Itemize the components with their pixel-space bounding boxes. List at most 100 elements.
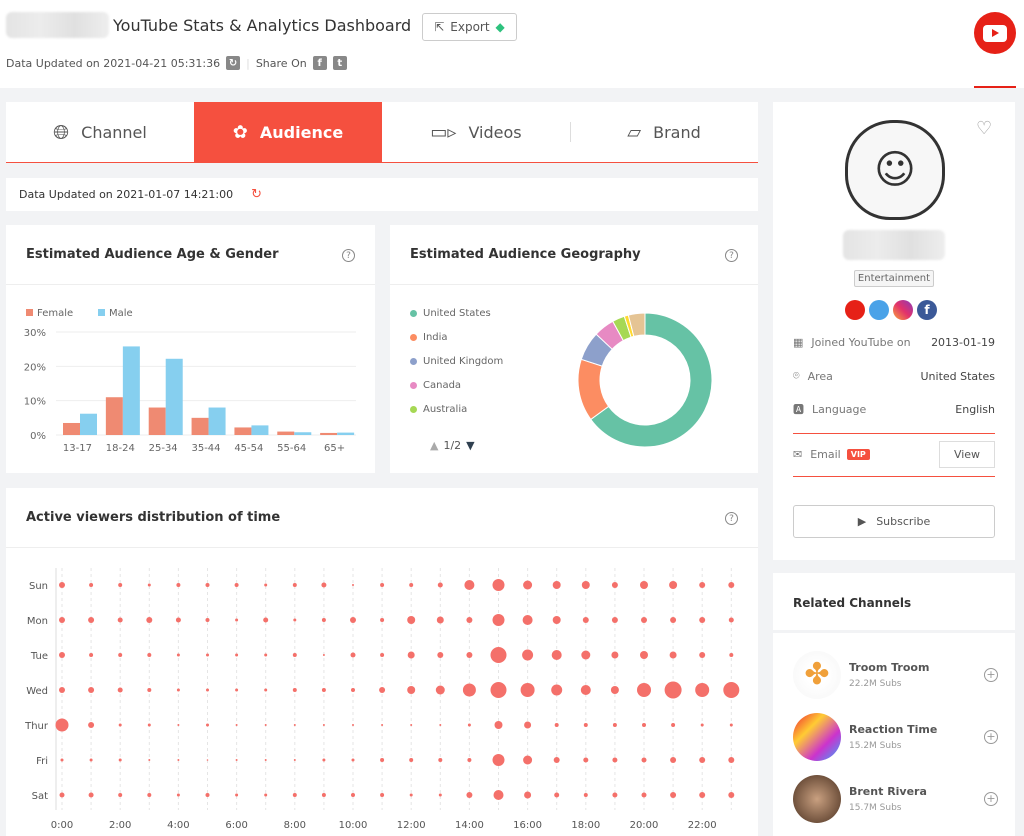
help-icon[interactable]: ?: [725, 249, 738, 262]
viewer-dot: [492, 614, 505, 626]
viewer-dot: [264, 793, 268, 797]
export-button[interactable]: ⇱ Export ◆: [422, 13, 517, 41]
viewer-dot: [466, 617, 473, 623]
viewer-dot: [466, 652, 473, 658]
viewer-dot: [581, 650, 591, 660]
viewer-dot: [581, 581, 590, 589]
bar-male: [165, 358, 183, 435]
viewer-dot: [351, 758, 355, 762]
viewer-dot: [699, 757, 706, 763]
viewer-dot: [409, 583, 414, 587]
favorite-heart-icon[interactable]: ♡: [976, 118, 992, 139]
refresh-icon[interactable]: ↻: [226, 56, 241, 70]
add-icon[interactable]: +: [984, 792, 998, 806]
viewer-dot: [438, 758, 443, 762]
viewer-dot: [669, 651, 677, 659]
subscribe-button[interactable]: ▶ Subscribe: [793, 505, 995, 538]
viewer-dot: [466, 792, 473, 798]
legend-label: India: [423, 332, 448, 343]
tab-audience[interactable]: ✿ Audience: [194, 102, 382, 162]
viewer-dot: [611, 582, 618, 588]
page-down-icon[interactable]: ▼: [466, 439, 474, 452]
add-icon[interactable]: +: [984, 668, 998, 682]
bar-female: [105, 397, 123, 435]
viewer-dot: [437, 582, 443, 588]
viewer-dot: [321, 582, 327, 588]
viewer-dot: [263, 617, 269, 623]
viewer-dot: [671, 723, 676, 727]
viewer-dot: [642, 723, 646, 727]
viewer-dot: [118, 583, 123, 587]
tab-brand[interactable]: ▱ Brand: [570, 102, 758, 162]
viewer-dot: [117, 687, 123, 693]
related-channel-item[interactable]: Reaction Time 15.2M Subs +: [793, 713, 998, 761]
tab-channel[interactable]: 🌐︎ Channel: [6, 102, 194, 162]
page-up-icon[interactable]: ▲: [430, 439, 438, 452]
legend-item[interactable]: India: [410, 332, 448, 343]
viewer-dot: [407, 651, 415, 659]
viewer-dot: [55, 718, 69, 732]
data-updated: Data Updated on 2021-04-21 05:31:36 ↻ | Sha…: [6, 56, 347, 70]
viewer-dot: [206, 653, 209, 657]
legend-item[interactable]: Australia: [410, 404, 467, 415]
card-title: Estimated Audience Geography: [410, 247, 641, 262]
tab-videos[interactable]: ▭▹ Videos: [382, 102, 570, 162]
x-tick-label: 14:00: [455, 820, 484, 831]
viewer-dot: [350, 617, 356, 623]
active-viewers-chart: 0:00 2:00 4:00 6:00 8:00 10:00 12:00 14:00 16:00…: [24, 568, 740, 831]
viewer-dot: [88, 687, 95, 693]
viewer-dot: [292, 688, 297, 692]
blurred-channel-name: [6, 12, 109, 38]
viewer-dot: [264, 759, 267, 761]
viewer-dot: [583, 757, 589, 763]
social-links: f: [845, 300, 937, 320]
legend-item[interactable]: United States: [410, 308, 491, 319]
viewer-dot: [293, 724, 296, 726]
add-icon[interactable]: +: [984, 730, 998, 744]
legend-label: Female: [37, 308, 73, 319]
viewer-dot: [293, 618, 297, 622]
y-tick-label: Sun: [29, 581, 48, 592]
viewer-dot: [728, 757, 735, 763]
legend-item[interactable]: Canada: [410, 380, 461, 391]
legend-item[interactable]: United Kingdom: [410, 356, 503, 367]
viewer-dot: [322, 758, 326, 762]
bar-female: [277, 431, 295, 435]
x-tick-label: 35-44: [191, 443, 220, 454]
viewer-dot: [88, 617, 95, 623]
viewer-dot: [234, 583, 239, 587]
legend-label: United States: [423, 308, 491, 319]
viewer-dot: [235, 724, 238, 726]
related-channel-item[interactable]: Brent Rivera 15.7M Subs +: [793, 775, 998, 823]
viewer-dot: [551, 650, 562, 660]
viewer-dot: [293, 759, 296, 761]
viewer-dot: [494, 721, 503, 729]
facebook-icon[interactable]: f: [917, 300, 937, 320]
viewer-dot: [59, 687, 65, 693]
twitter-share-icon[interactable]: t: [332, 56, 347, 70]
legend-pager: ▲ 1/2 ▼: [430, 439, 475, 452]
youtube-logo-icon: [974, 12, 1016, 54]
related-channels-card: Related Channels ✤ Troom Troom 22.2M Subs +…: [773, 573, 1015, 836]
viewer-dot: [729, 653, 734, 657]
channel-avatar: ✤: [793, 651, 841, 699]
related-channel-item[interactable]: ✤ Troom Troom 22.2M Subs +: [793, 651, 998, 699]
viewer-dot: [322, 654, 325, 656]
viewer-dot: [264, 688, 268, 692]
x-tick-label: 2:00: [109, 820, 131, 831]
facebook-share-icon[interactable]: f: [312, 56, 327, 70]
twitter-icon[interactable]: [869, 300, 889, 320]
youtube-icon[interactable]: [845, 300, 865, 320]
x-tick-label: 16:00: [513, 820, 542, 831]
viewer-dot: [438, 793, 442, 797]
refresh-icon[interactable]: ↻: [251, 187, 262, 202]
y-tick-label: Thur: [24, 721, 49, 732]
viewer-dot: [522, 615, 533, 625]
view-email-button[interactable]: View: [939, 440, 995, 468]
viewer-dot: [670, 617, 677, 623]
viewer-dot: [147, 723, 151, 727]
viewer-dot: [235, 653, 239, 657]
viewer-dot: [641, 757, 647, 763]
viewer-dot: [321, 688, 326, 692]
instagram-icon[interactable]: [893, 300, 913, 320]
